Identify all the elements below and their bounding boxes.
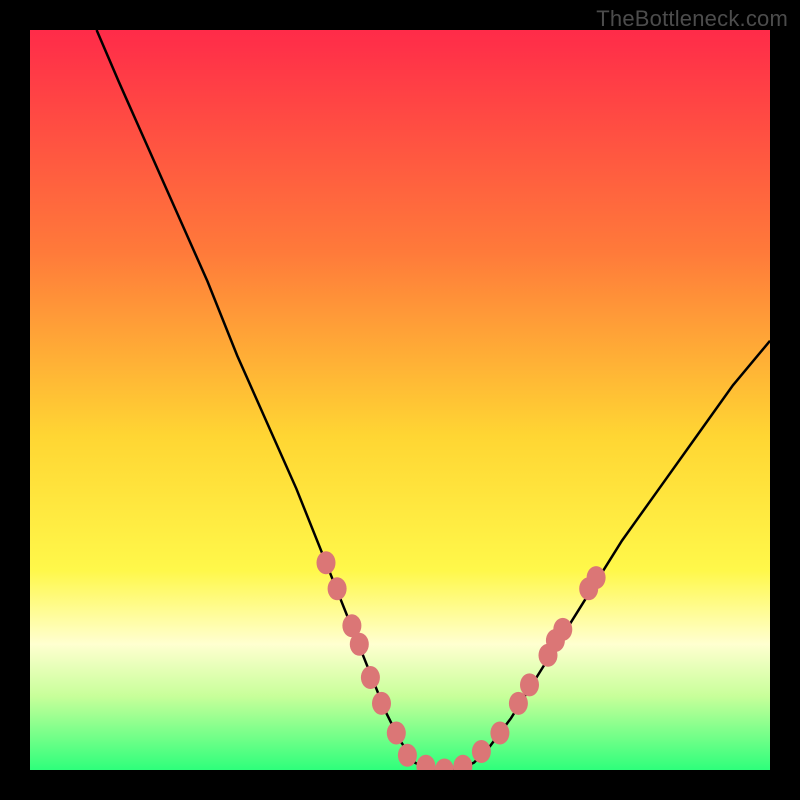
marker-right-arm-7 — [553, 618, 572, 641]
marker-left-arm-1 — [317, 551, 336, 574]
marker-left-arm-4 — [350, 633, 369, 656]
marker-left-arm-6 — [372, 692, 391, 715]
marker-valley-1 — [398, 744, 417, 767]
marker-left-arm-5 — [361, 666, 380, 689]
marker-right-arm-1 — [472, 740, 491, 763]
gradient-background — [30, 30, 770, 770]
marker-left-arm-7 — [387, 722, 406, 745]
marker-right-arm-4 — [520, 673, 539, 696]
chart-svg — [0, 0, 800, 800]
chart-stage: TheBottleneck.com — [0, 0, 800, 800]
marker-left-arm-2 — [328, 577, 347, 600]
marker-right-arm-2 — [490, 722, 509, 745]
marker-right-arm-3 — [509, 692, 528, 715]
watermark-text: TheBottleneck.com — [596, 6, 788, 32]
marker-right-arm-9 — [587, 566, 606, 589]
